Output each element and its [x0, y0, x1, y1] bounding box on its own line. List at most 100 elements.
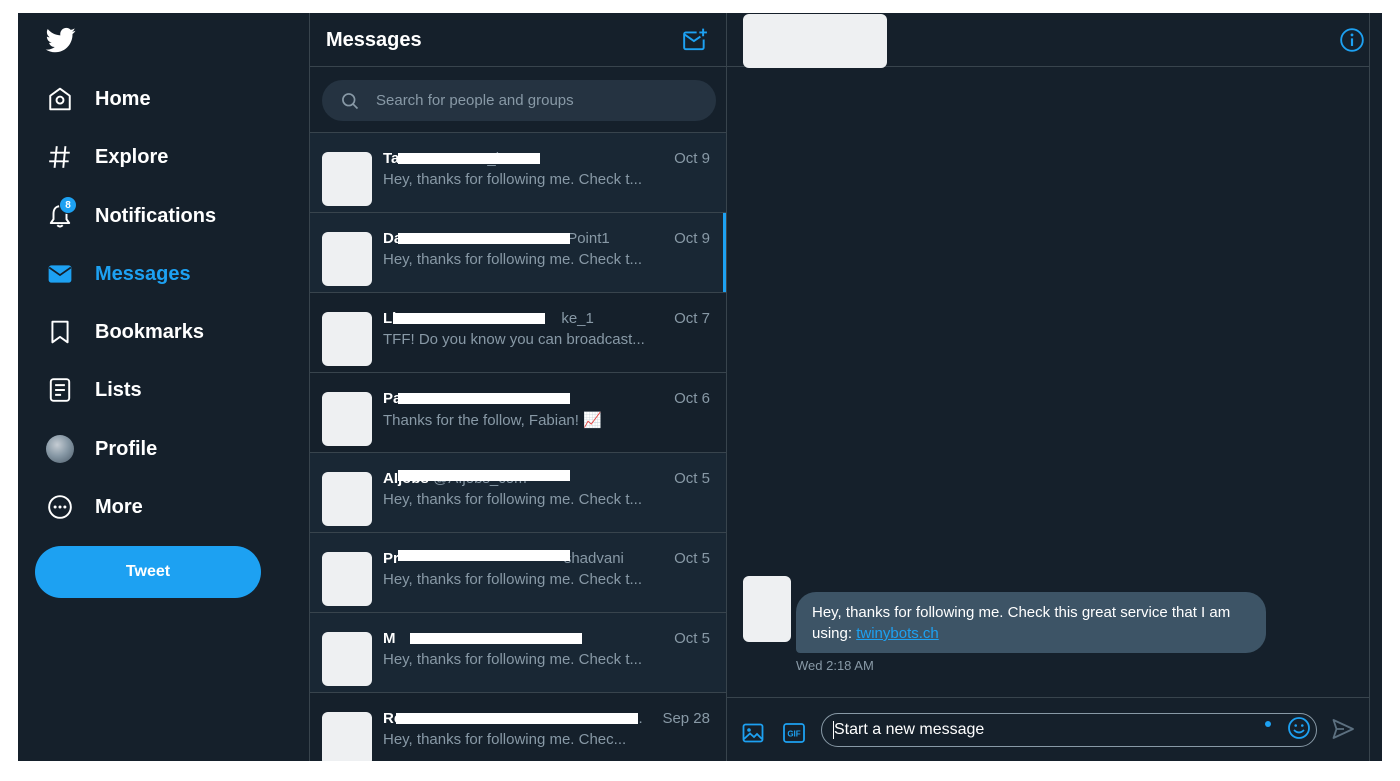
conversation-item[interactable]: Re... Sep 28 Hey, thanks for following m… — [310, 693, 726, 761]
conversation-preview: Hey, thanks for following me. Check t... — [383, 171, 642, 188]
conversation-preview: Thanks for the follow, Fabian! 📈 — [383, 412, 602, 429]
divider — [1369, 13, 1370, 761]
sender-name: Pr — [383, 550, 399, 567]
nav-item-explore[interactable]: Explore — [44, 137, 168, 177]
nav-item-bookmarks[interactable]: Bookmarks — [44, 312, 204, 352]
avatar — [322, 392, 372, 446]
notification-badge: 8 — [59, 196, 77, 214]
redaction-bar — [410, 633, 582, 644]
conversation-item[interactable]: AIjobs @AIjobs_com Oct 5 Hey, thanks for… — [310, 453, 726, 533]
avatar — [322, 632, 372, 686]
list-icon — [44, 374, 76, 406]
nav-item-label: Notifications — [95, 204, 217, 227]
home-icon — [44, 83, 76, 115]
conversation-preview: Hey, thanks for following me. Check t... — [383, 571, 642, 588]
redaction-bar — [398, 550, 570, 561]
page-title: Messages — [326, 29, 422, 51]
twitter-bird-icon[interactable] — [44, 25, 78, 55]
message-bubble: Hey, thanks for following me. Check this… — [796, 592, 1266, 653]
message-input-placeholder: Start a new message — [834, 721, 985, 738]
sender-handle: shadvani — [563, 550, 624, 567]
tweet-button[interactable]: Tweet — [35, 546, 261, 598]
avatar — [322, 152, 372, 206]
gif-icon[interactable]: GIF — [782, 721, 806, 745]
conversation-header — [727, 13, 1369, 68]
left-navigation: Home Explore 8 Notifications Messages Bo… — [18, 13, 309, 761]
conversation-date: Oct 5 — [674, 550, 710, 567]
conversation-date: Sep 28 — [662, 710, 710, 727]
conversation-header-avatar[interactable] — [743, 14, 887, 68]
conversation-item[interactable]: Da Point1 Oct 9 Hey, thanks for following… — [310, 213, 726, 293]
emoji-icon[interactable] — [1287, 716, 1311, 740]
conversation-preview: Hey, thanks for following me. Check t... — [383, 491, 642, 508]
conversation-preview: Hey, thanks for following me. Check t... — [383, 251, 642, 268]
nav-item-label: Lists — [95, 378, 142, 401]
nav-item-more[interactable]: More — [44, 487, 143, 527]
nav-item-label: Home — [95, 87, 151, 110]
conversation-panel: Hey, thanks for following me. Check this… — [727, 13, 1369, 761]
redaction-bar — [398, 393, 570, 404]
redaction-bar — [398, 233, 570, 244]
search-icon — [340, 91, 360, 111]
avatar — [743, 576, 791, 642]
conversation-preview: Hey, thanks for following me. Check t... — [383, 651, 642, 668]
search-placeholder: Search for people and groups — [376, 92, 574, 109]
conversation-item[interactable]: Ta_io Oct 9 Hey, thanks for following me… — [310, 133, 726, 213]
envelope-icon — [44, 258, 76, 290]
nav-item-home[interactable]: Home — [44, 79, 151, 119]
svg-text:GIF: GIF — [787, 730, 800, 739]
conversation-item[interactable]: M Oct 5 Hey, thanks for following me. Ch… — [310, 613, 726, 693]
bell-icon: 8 — [44, 196, 77, 232]
conversation-date: Oct 9 — [674, 230, 710, 247]
redaction-bar — [396, 713, 638, 724]
nav-item-notifications[interactable]: 8 Notifications — [44, 196, 216, 236]
message-link[interactable]: twinybots.ch — [856, 625, 939, 642]
sender-name: Ta — [383, 150, 400, 167]
nav-item-label: Messages — [95, 262, 191, 285]
conversation-item[interactable]: Pa Oct 6 Thanks for the follow, Fabian! … — [310, 373, 726, 453]
messages-list-panel: Messages Search for people and groups Ta… — [309, 13, 727, 761]
avatar — [322, 552, 372, 606]
nav-item-label: Profile — [95, 437, 158, 460]
search-input[interactable]: Search for people and groups — [322, 80, 716, 121]
messages-header: Messages — [310, 13, 726, 67]
message-input[interactable]: Start a new message — [821, 713, 1317, 747]
redaction-bar — [398, 153, 540, 164]
conversation-item[interactable]: Li ke_1 Oct 7 TFF! Do you know you can br… — [310, 293, 726, 373]
redaction-bar — [398, 470, 570, 481]
conversation-date: Oct 9 — [674, 150, 710, 167]
sender-name: M — [383, 630, 396, 647]
conversation-name: M — [383, 630, 396, 647]
conversation-date: Oct 5 — [674, 470, 710, 487]
nav-item-lists[interactable]: Lists — [44, 370, 142, 410]
avatar — [322, 472, 372, 526]
message-timestamp: Wed 2:18 AM — [796, 658, 874, 673]
avatar — [46, 435, 74, 463]
info-icon[interactable] — [1339, 27, 1365, 53]
conversation-date: Oct 5 — [674, 630, 710, 647]
conversation-date: Oct 7 — [674, 310, 710, 327]
nav-item-messages[interactable]: Messages — [44, 254, 191, 294]
conversation-preview: Hey, thanks for following me. Chec... — [383, 731, 627, 748]
more-circle-icon — [44, 491, 76, 523]
bookmark-icon — [44, 316, 76, 348]
conversation-preview: TFF! Do you know you can broadcast... — [383, 331, 645, 348]
redaction-bar — [393, 313, 545, 324]
nav-item-profile[interactable]: Profile — [44, 429, 157, 469]
nav-item-label: More — [95, 495, 143, 518]
nav-item-label: Bookmarks — [95, 320, 204, 343]
new-message-icon[interactable] — [682, 27, 708, 53]
indicator-dot — [1265, 721, 1271, 727]
image-icon[interactable] — [741, 721, 765, 745]
conversation-item[interactable]: Pr shadvani Oct 5 Hey, thanks for followi… — [310, 533, 726, 613]
send-icon[interactable] — [1331, 717, 1355, 741]
sender-handle: ke_1 — [561, 310, 594, 327]
twitter-app: Home Explore 8 Notifications Messages Bo… — [18, 13, 1382, 761]
avatar — [322, 312, 372, 366]
avatar — [322, 232, 372, 286]
profile-icon-wrap — [44, 433, 76, 465]
conversation-date: Oct 6 — [674, 390, 710, 407]
avatar — [322, 712, 372, 761]
message-composer: GIF Start a new message — [727, 697, 1369, 761]
sender-handle: Point1 — [567, 230, 610, 247]
